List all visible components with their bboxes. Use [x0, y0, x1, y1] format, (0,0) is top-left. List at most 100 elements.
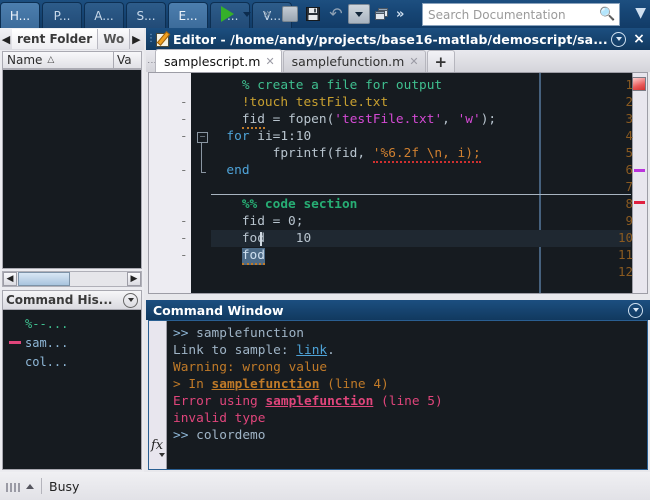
output-link[interactable]: link — [296, 343, 327, 358]
output-token[interactable]: samplefunction — [212, 377, 320, 392]
code-issue-marker[interactable] — [634, 169, 645, 172]
resize-grip-icon[interactable] — [6, 480, 24, 492]
ribbon-tab-home[interactable]: H... — [0, 2, 40, 28]
fold-column[interactable] — [191, 73, 211, 293]
command-output-line: Warning: wrong value — [173, 359, 327, 376]
current-folder-filelist[interactable] — [2, 69, 142, 269]
output-token: Error using — [173, 394, 266, 409]
tab-close-icon[interactable]: ✕ — [265, 55, 274, 68]
dock-tab-workspace[interactable]: Wo — [98, 29, 131, 49]
dock-tab-current-folder-label: rent Folder — [17, 32, 93, 46]
ribbon-tab-apps[interactable]: A... — [84, 2, 124, 28]
search-input[interactable] — [423, 5, 599, 24]
editor-menu-icon[interactable] — [611, 31, 626, 47]
code-token: fod — [211, 231, 273, 246]
minimize-toolstrip-icon[interactable]: ▼ — [635, 6, 646, 20]
undo-history-button[interactable] — [348, 4, 370, 24]
code-token: 'w' — [457, 112, 481, 127]
current-folder-hscrollbar[interactable]: ◀ ▶ — [2, 271, 142, 287]
output-token[interactable]: samplefunction — [265, 394, 373, 409]
error-marker-icon — [9, 341, 21, 344]
editor-close-button[interactable]: × — [631, 32, 647, 46]
chevron-down-icon — [355, 11, 363, 17]
output-token: (line 5) — [373, 394, 443, 409]
tab-close-icon[interactable]: ✕ — [409, 55, 418, 68]
code-token: fod — [241, 248, 265, 265]
error-indicator-icon[interactable] — [632, 77, 646, 91]
code-issue-marker[interactable] — [634, 201, 645, 204]
command-history-list[interactable]: %--... sam... col... — [2, 310, 142, 470]
panel-menu-icon[interactable] — [123, 292, 138, 308]
text-caret — [260, 232, 262, 246]
dock-scroll-right-icon[interactable]: ▶ — [130, 34, 142, 45]
command-window-output[interactable]: fx >> samplefunction Link to sample: link… — [148, 320, 648, 470]
editor-titlebar: ⋮ Editor - /home/andy/projects/base16-ma… — [146, 28, 650, 50]
command-window-menu-icon[interactable] — [628, 302, 643, 318]
undo-button[interactable]: ↶ — [325, 2, 347, 26]
ribbon-tab-plots[interactable]: P... — [42, 2, 82, 28]
code-token: fid = 0; — [211, 214, 304, 229]
output-token: >> — [173, 326, 197, 341]
run-and-advance-button[interactable]: » — [256, 2, 278, 26]
code-token: ); — [480, 112, 497, 127]
output-token: colordemo — [196, 428, 266, 443]
new-tab-button[interactable]: + — [426, 50, 456, 72]
matlab-window: H... P... A... S... E... P... V... » ↶ »… — [0, 0, 650, 500]
marker-bar[interactable] — [632, 73, 647, 293]
toolbar-overflow-button[interactable]: » — [396, 7, 404, 22]
scroll-right-icon[interactable]: ▶ — [127, 272, 141, 286]
marker-placeholder — [9, 360, 21, 363]
tab-samplefunction[interactable]: samplefunction.m ✕ — [282, 50, 426, 72]
undo-arrow-icon: ↶ — [329, 4, 343, 23]
run-button[interactable] — [216, 2, 238, 26]
editor-panel: ⋮ Editor - /home/andy/projects/base16-ma… — [146, 28, 650, 296]
run-icon — [220, 6, 234, 22]
cascade-windows-icon — [375, 8, 388, 20]
code-fold-toggle-icon[interactable]: − — [197, 132, 208, 143]
ribbon-tab-shortcuts-label: S... — [136, 8, 156, 23]
ribbon-tab-shortcuts[interactable]: S... — [126, 2, 166, 28]
status-expand-icon[interactable] — [26, 483, 34, 489]
command-history-item[interactable]: %--... — [3, 314, 141, 333]
code-line: for ii=1:10 — [211, 128, 631, 145]
status-text: Busy — [49, 478, 80, 494]
panel-grip-icon: ⋮ — [146, 33, 156, 44]
column-header-name[interactable]: Name △ — [3, 53, 113, 67]
code-token: for — [226, 129, 250, 144]
ribbon-tab-apps-label: A... — [94, 8, 114, 23]
run-options-button[interactable] — [239, 2, 255, 26]
command-history-item[interactable]: col... — [3, 352, 141, 371]
layout-button[interactable] — [371, 2, 393, 26]
code-editor[interactable]: 1 2-3-4-5 6-7 8 9-10-11-12 % create a file f… — [148, 72, 648, 294]
fx-caret-icon[interactable] — [159, 453, 165, 457]
command-window-panel: Command Window fx >> samplefunction Link … — [146, 300, 650, 472]
fx-gutter: fx — [149, 321, 167, 469]
search-icon: 🔍 — [599, 7, 616, 22]
command-history-item[interactable]: sam... — [3, 333, 141, 352]
search-documentation[interactable]: 🔍 — [422, 3, 620, 26]
tab-samplescript[interactable]: samplescript.m ✕ — [155, 49, 282, 72]
fx-icon[interactable]: fx — [151, 438, 163, 453]
column-header-value[interactable]: Va — [113, 52, 141, 68]
output-token: Warning: wrong value — [173, 360, 328, 375]
command-history-item-label: %--... — [25, 316, 69, 331]
code-token: = fopen( — [264, 112, 335, 127]
executable-line-marker: - — [180, 230, 188, 245]
executable-line-marker: - — [180, 111, 188, 126]
command-output-line: >> colordemo — [173, 427, 265, 444]
editor-tabbar: ⋮ samplescript.m ✕ samplefunction.m ✕ + — [146, 49, 650, 72]
scrollbar-thumb[interactable] — [18, 272, 70, 286]
ribbon-tab-editor-label: E... — [178, 8, 198, 23]
dock-scroll-left-icon[interactable]: ◀ — [0, 34, 12, 45]
save-button[interactable] — [302, 2, 324, 26]
code-token: % create a file for output — [211, 78, 443, 93]
scroll-left-icon[interactable]: ◀ — [3, 272, 17, 286]
stop-button[interactable] — [279, 2, 301, 26]
ribbon-tab-editor[interactable]: E... — [168, 2, 208, 28]
output-token: > In — [173, 377, 212, 392]
left-dock-tabbar: ◀ rent Folder Wo ▶ — [0, 28, 144, 50]
dock-tab-current-folder[interactable]: rent Folder — [12, 29, 99, 49]
